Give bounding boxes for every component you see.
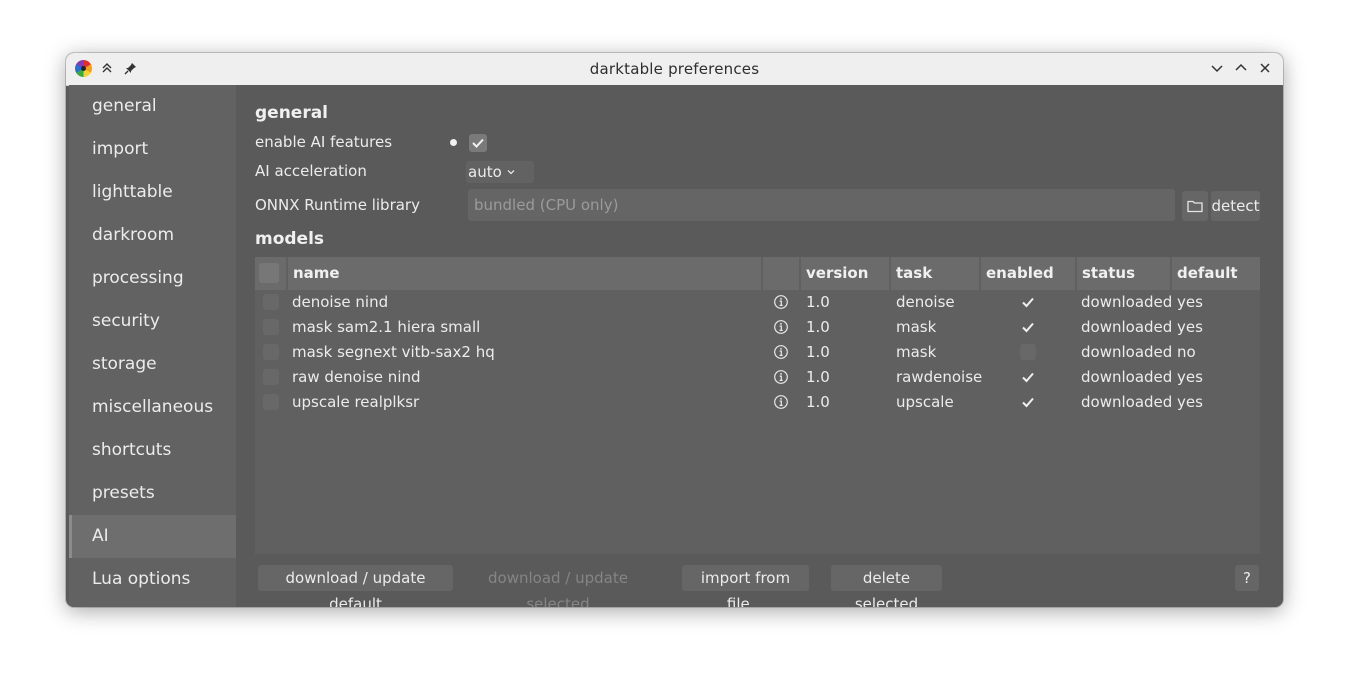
maximize-icon[interactable] bbox=[1231, 58, 1251, 78]
download-update-default-button[interactable]: download / update default bbox=[258, 565, 453, 607]
model-task: upscale bbox=[896, 393, 954, 411]
model-name: raw denoise nind bbox=[292, 368, 421, 386]
enabled-checkbox-checked[interactable] bbox=[1020, 319, 1036, 335]
model-task: mask bbox=[896, 318, 937, 336]
sidebar-item-processing[interactable]: processing bbox=[69, 257, 236, 300]
enable-ai-label: enable AI features bbox=[255, 133, 393, 151]
checkmark-icon bbox=[472, 138, 484, 148]
model-default: no bbox=[1177, 343, 1196, 361]
row-select-checkbox[interactable] bbox=[263, 344, 279, 360]
close-icon[interactable] bbox=[1255, 58, 1275, 78]
window-title: darktable preferences bbox=[589, 60, 760, 78]
sidebar-item-lighttable[interactable]: lighttable bbox=[69, 171, 236, 214]
model-name: denoise nind bbox=[292, 293, 389, 311]
sidebar-item-lua-options[interactable]: Lua options bbox=[69, 558, 236, 601]
column-info[interactable] bbox=[763, 257, 799, 290]
title-bar: darktable preferences bbox=[66, 53, 1283, 86]
model-version: 1.0 bbox=[806, 293, 830, 311]
model-name: mask sam2.1 hiera small bbox=[292, 318, 481, 336]
model-status: downloaded bbox=[1081, 343, 1173, 361]
info-icon[interactable] bbox=[773, 394, 789, 410]
sidebar-item-shortcuts[interactable]: shortcuts bbox=[69, 429, 236, 472]
model-name: mask segnext vitb-sax2 hq bbox=[292, 343, 495, 361]
row-select-checkbox[interactable] bbox=[263, 294, 279, 310]
model-task: denoise bbox=[896, 293, 955, 311]
table-header: name version task enabled status default bbox=[255, 257, 1260, 290]
info-icon[interactable] bbox=[773, 319, 789, 335]
model-default: yes bbox=[1177, 293, 1203, 311]
onnx-runtime-path-input[interactable]: bundled (CPU only) bbox=[468, 189, 1175, 221]
info-icon[interactable] bbox=[773, 294, 789, 310]
model-version: 1.0 bbox=[806, 368, 830, 386]
model-status: downloaded bbox=[1081, 293, 1173, 311]
model-name: upscale realplksr bbox=[292, 393, 420, 411]
import-from-file-button[interactable]: import from file... bbox=[682, 565, 809, 607]
model-version: 1.0 bbox=[806, 343, 830, 361]
model-version: 1.0 bbox=[806, 318, 830, 336]
ai-acceleration-select[interactable]: auto bbox=[466, 161, 534, 183]
row-select-checkbox[interactable] bbox=[263, 394, 279, 410]
changed-indicator-dot bbox=[450, 139, 457, 146]
table-row[interactable]: denoise nind 1.0 denoise downloaded yes bbox=[255, 290, 1260, 315]
ai-acceleration-value: auto bbox=[468, 163, 502, 181]
model-default: yes bbox=[1177, 393, 1203, 411]
model-task: mask bbox=[896, 343, 937, 361]
sidebar-item-general[interactable]: general bbox=[69, 85, 236, 128]
ai-preferences-panel: general enable AI features AI accelerati… bbox=[236, 85, 1283, 607]
table-row[interactable]: mask sam2.1 hiera small 1.0 mask downloaded… bbox=[255, 315, 1260, 340]
table-row[interactable]: upscale realplksr 1.0 upscale downloaded yes bbox=[255, 390, 1260, 415]
sidebar-item-security[interactable]: security bbox=[69, 300, 236, 343]
model-version: 1.0 bbox=[806, 393, 830, 411]
table-row[interactable]: mask segnext vitb-sax2 hq 1.0 mask download… bbox=[255, 340, 1260, 365]
column-enabled[interactable]: enabled bbox=[981, 257, 1075, 290]
models-heading: models bbox=[255, 229, 325, 249]
sidebar-item-storage[interactable]: storage bbox=[69, 343, 236, 386]
sidebar-item-miscellaneous[interactable]: miscellaneous bbox=[69, 386, 236, 429]
sidebar-item-import[interactable]: import bbox=[69, 128, 236, 171]
sidebar: general import lighttable darkroom proce… bbox=[69, 85, 236, 607]
enabled-checkbox-checked[interactable] bbox=[1020, 294, 1036, 310]
column-version[interactable]: version bbox=[801, 257, 889, 290]
enable-ai-checkbox[interactable] bbox=[469, 134, 487, 152]
download-update-selected-button[interactable]: download / update selected bbox=[458, 565, 658, 607]
browse-folder-button[interactable] bbox=[1182, 191, 1208, 221]
sidebar-item-ai[interactable]: AI bbox=[69, 515, 236, 558]
select-all-column[interactable] bbox=[255, 257, 286, 290]
info-icon[interactable] bbox=[773, 344, 789, 360]
model-default: yes bbox=[1177, 318, 1203, 336]
sidebar-item-presets[interactable]: presets bbox=[69, 472, 236, 515]
model-task: rawdenoise bbox=[896, 368, 983, 386]
general-heading: general bbox=[255, 103, 329, 123]
preferences-window: darktable preferences general import lig… bbox=[66, 53, 1283, 607]
model-status: downloaded bbox=[1081, 393, 1173, 411]
column-name[interactable]: name bbox=[288, 257, 761, 290]
model-default: yes bbox=[1177, 368, 1203, 386]
column-status[interactable]: status bbox=[1077, 257, 1170, 290]
enabled-checkbox-checked[interactable] bbox=[1020, 394, 1036, 410]
row-select-checkbox[interactable] bbox=[263, 369, 279, 385]
models-table: name version task enabled status default… bbox=[255, 257, 1260, 554]
detect-button[interactable]: detect bbox=[1211, 191, 1260, 221]
enabled-checkbox-checked[interactable] bbox=[1020, 369, 1036, 385]
select-all-checkbox[interactable] bbox=[259, 263, 279, 283]
chevron-down-icon bbox=[507, 170, 515, 175]
folder-icon bbox=[1187, 200, 1203, 213]
help-button[interactable]: ? bbox=[1235, 565, 1259, 591]
onnx-runtime-label: ONNX Runtime library bbox=[255, 196, 420, 214]
info-icon[interactable] bbox=[773, 369, 789, 385]
sidebar-item-darkroom[interactable]: darkroom bbox=[69, 214, 236, 257]
model-status: downloaded bbox=[1081, 318, 1173, 336]
table-row[interactable]: raw denoise nind 1.0 rawdenoise downloaded y… bbox=[255, 365, 1260, 390]
delete-selected-button[interactable]: delete selected bbox=[831, 565, 942, 607]
row-select-checkbox[interactable] bbox=[263, 319, 279, 335]
column-task[interactable]: task bbox=[891, 257, 979, 290]
minimize-icon[interactable] bbox=[1207, 58, 1227, 78]
enabled-checkbox-unchecked[interactable] bbox=[1020, 344, 1036, 360]
model-status: downloaded bbox=[1081, 368, 1173, 386]
ai-acceleration-label: AI acceleration bbox=[255, 162, 367, 180]
column-default[interactable]: default bbox=[1172, 257, 1260, 290]
onnx-runtime-placeholder: bundled (CPU only) bbox=[474, 196, 619, 214]
